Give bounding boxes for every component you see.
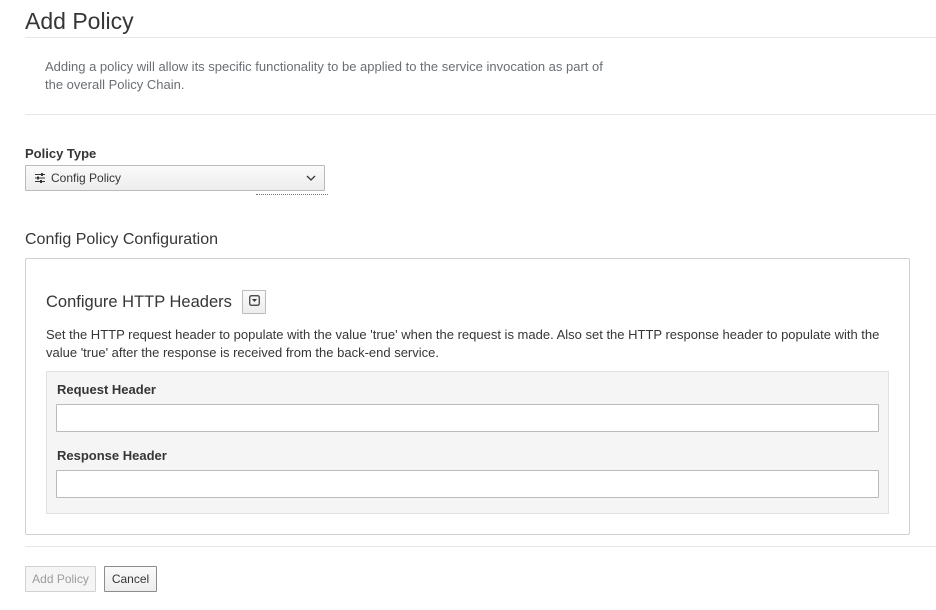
intro-text: Adding a policy will allow its specific … [45, 59, 603, 92]
chevron-down-icon [306, 174, 316, 182]
collapse-button[interactable] [242, 290, 266, 314]
headers-form: Request Header Response Header [46, 371, 889, 514]
response-header-label: Response Header [57, 448, 167, 463]
sliders-icon [34, 172, 46, 184]
caret-square-down-icon [248, 293, 260, 311]
config-section-title: Config Policy Configuration [25, 231, 218, 248]
config-panel: Configure HTTP Headers Set the HTTP requ… [25, 258, 910, 535]
actions-divider [25, 546, 936, 547]
request-header-input[interactable] [56, 404, 879, 432]
panel-description: Set the HTTP request header to populate … [46, 327, 880, 360]
intro-divider [25, 114, 936, 115]
response-header-input[interactable] [56, 470, 879, 498]
add-policy-button[interactable]: Add Policy [25, 566, 96, 592]
policy-type-select[interactable]: Config Policy [25, 165, 325, 191]
focus-outline [256, 194, 328, 195]
panel-heading: Configure HTTP Headers [46, 293, 232, 311]
cancel-button[interactable]: Cancel [104, 566, 157, 592]
page-title: Add Policy [25, 8, 134, 34]
policy-type-selected: Config Policy [51, 171, 122, 185]
title-divider [25, 37, 936, 38]
policy-type-label: Policy Type [25, 146, 97, 161]
request-header-label: Request Header [57, 382, 156, 397]
